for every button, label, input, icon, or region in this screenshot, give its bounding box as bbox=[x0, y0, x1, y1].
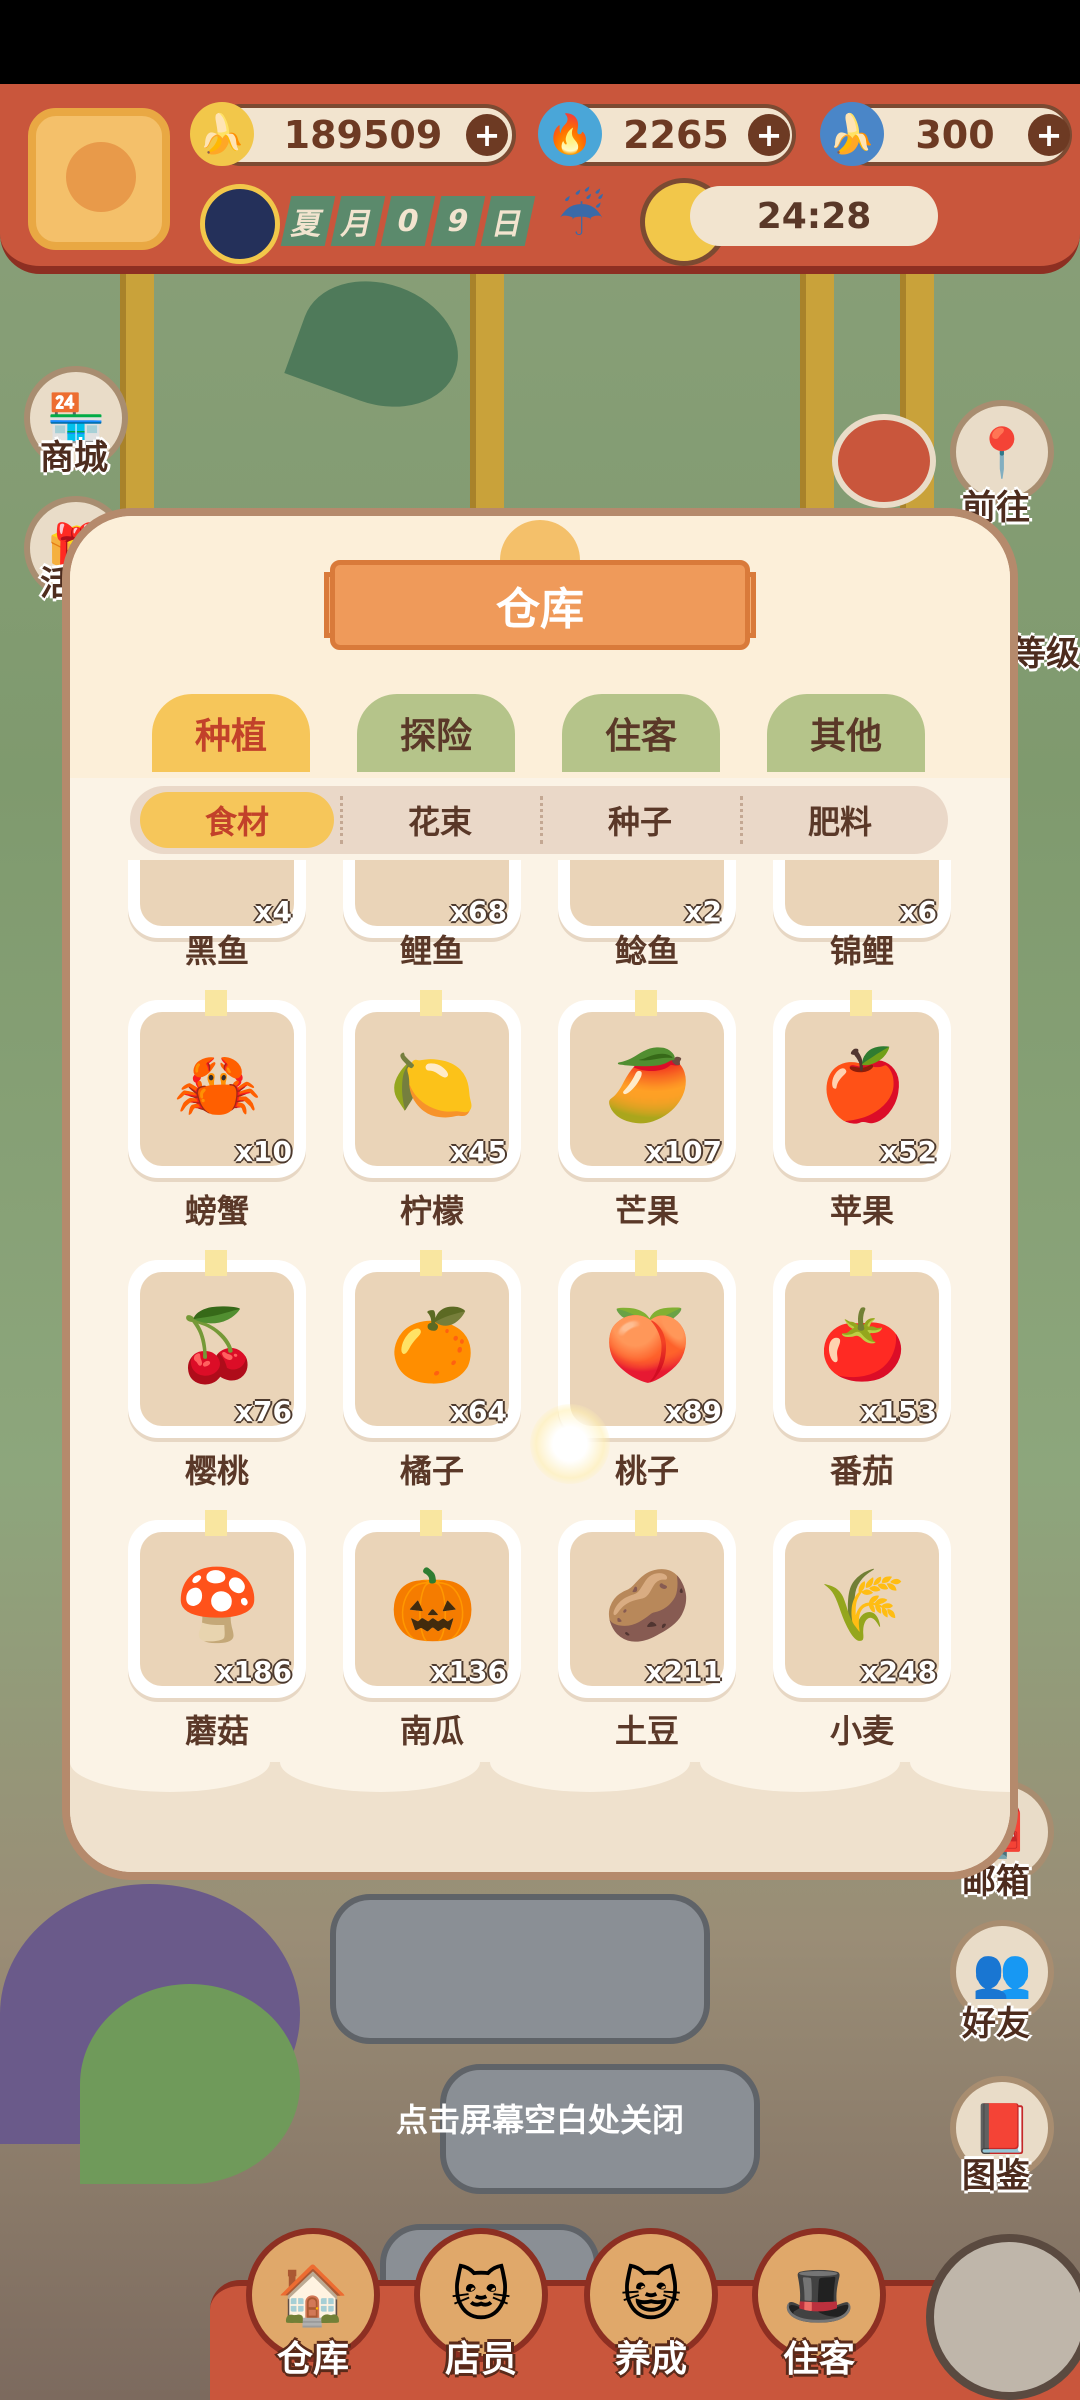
rain-weather-icon: ☔ bbox=[557, 188, 605, 248]
item-name: 鲤鱼 bbox=[399, 932, 464, 970]
tab-planting[interactable]: 种植 bbox=[152, 694, 310, 772]
tab-adventure[interactable]: 探险 bbox=[357, 694, 515, 772]
dialog-footer-wave bbox=[70, 1732, 1010, 1872]
clock-icon bbox=[200, 184, 280, 264]
item-card[interactable]: 🌾 x248 bbox=[773, 1510, 951, 1698]
mushroom-icon: 🍄 bbox=[174, 1563, 262, 1646]
item-name: 螃蟹 bbox=[184, 1192, 249, 1230]
subtab-seeds[interactable]: 种子 bbox=[540, 786, 740, 854]
leaf-decoration bbox=[80, 1984, 300, 2184]
item-name: 芒果 bbox=[614, 1192, 679, 1230]
pumpkin-icon: 🎃 bbox=[389, 1563, 477, 1646]
nurture-icon: 😺 bbox=[620, 2261, 682, 2329]
item-card[interactable]: 🎃 x136 bbox=[343, 1510, 521, 1698]
item-card[interactable]: 🍋 x45 bbox=[343, 990, 521, 1178]
item-card[interactable]: 🍒 x76 bbox=[128, 1250, 306, 1438]
item-name: 番茄 bbox=[829, 1452, 894, 1490]
yarn-ball-button[interactable] bbox=[926, 2234, 1080, 2400]
item-name: 蘑菇 bbox=[184, 1712, 249, 1750]
item-card[interactable]: 🍄 x186 bbox=[128, 1510, 306, 1698]
player-avatar[interactable] bbox=[28, 108, 170, 250]
cherry-icon: 🍒 bbox=[174, 1303, 262, 1386]
level-label: 等级 bbox=[1012, 634, 1080, 674]
item-name: 锦鲤 bbox=[829, 932, 894, 970]
item-name: 鲶鱼 bbox=[614, 932, 679, 970]
item-card[interactable]: 🦀 x10 bbox=[128, 990, 306, 1178]
item-name: 黑鱼 bbox=[184, 932, 249, 970]
add-blue-banana-button[interactable]: + bbox=[1028, 114, 1070, 156]
item-name: 南瓜 bbox=[399, 1712, 464, 1750]
dialog-title: 仓库 bbox=[330, 560, 750, 650]
leaf-decoration bbox=[284, 260, 476, 428]
crab-icon: 🦀 bbox=[174, 1043, 262, 1126]
cat-staff-icon: 🐱 bbox=[450, 2261, 512, 2329]
map-pin-icon: 📍 bbox=[972, 424, 1032, 481]
close-hint[interactable]: 点击屏幕空白处关闭 bbox=[0, 2090, 1080, 2150]
item-name: 樱桃 bbox=[184, 1452, 249, 1490]
item-name: 苹果 bbox=[829, 1192, 894, 1230]
item-card[interactable]: 🍅 x153 bbox=[773, 1250, 951, 1438]
blue-flame-icon: 🔥 bbox=[538, 102, 602, 166]
collection-label: 图鉴 bbox=[962, 2156, 1030, 2196]
wheat-icon: 🌾 bbox=[819, 1563, 907, 1646]
nav-staff-label: 店员 bbox=[444, 2339, 517, 2380]
subtab-bouquets[interactable]: 花束 bbox=[340, 786, 540, 854]
event-timer: 24:28 bbox=[690, 186, 938, 246]
nav-nurture-label: 养成 bbox=[614, 2339, 687, 2380]
peach-icon: 🍑 bbox=[604, 1303, 692, 1386]
add-banana-button[interactable]: + bbox=[466, 114, 508, 156]
apple-icon: 🍎 bbox=[819, 1043, 907, 1126]
guest-icon: 🎩 bbox=[782, 2260, 856, 2329]
truck-button[interactable] bbox=[832, 414, 936, 508]
cat-face-icon bbox=[66, 142, 136, 212]
tab-other[interactable]: 其他 bbox=[767, 694, 925, 772]
add-flame-button[interactable]: + bbox=[748, 114, 790, 156]
item-name: 柠檬 bbox=[399, 1192, 464, 1230]
mango-icon: 🥭 bbox=[604, 1043, 692, 1126]
item-name: 橘子 bbox=[399, 1452, 464, 1490]
item-card[interactable]: 🥔 x211 bbox=[558, 1510, 736, 1698]
item-card[interactable]: 🍊 x64 bbox=[343, 1250, 521, 1438]
nav-warehouse-label: 仓库 bbox=[276, 2339, 349, 2380]
warehouse-icon: 🏠 bbox=[276, 2260, 350, 2329]
friends-label: 好友 bbox=[962, 2004, 1030, 2044]
friends-icon: 👥 bbox=[972, 1944, 1032, 2001]
item-card[interactable]: 🍎 x52 bbox=[773, 990, 951, 1178]
subtab-fertilizer[interactable]: 肥料 bbox=[740, 786, 940, 854]
blue-banana-icon: 🍌 bbox=[820, 102, 884, 166]
item-name: 土豆 bbox=[614, 1712, 679, 1750]
item-name: 小麦 bbox=[829, 1712, 894, 1750]
nav-guests-label: 住客 bbox=[782, 2339, 855, 2380]
tomato-icon: 🍅 bbox=[819, 1303, 907, 1386]
shop-label: 商城 bbox=[40, 438, 108, 478]
banana-icon: 🍌 bbox=[190, 102, 254, 166]
lemon-icon: 🍋 bbox=[389, 1043, 477, 1126]
tab-guests[interactable]: 住客 bbox=[562, 694, 720, 772]
potato-icon: 🥔 bbox=[604, 1563, 692, 1646]
subtab-ingredients[interactable]: 食材 bbox=[140, 792, 334, 848]
stone-path bbox=[330, 1894, 710, 2044]
tap-sparkle-effect bbox=[530, 1404, 610, 1484]
item-card[interactable]: 🥭 x107 bbox=[558, 990, 736, 1178]
subtab-bar: 食材 花束 种子 肥料 bbox=[130, 786, 948, 854]
items-grid[interactable]: x4 黑鱼 x68 鲤鱼 x2 鲶鱼 x6 锦鲤 🦀 x10 螃蟹 🍋 x45 柠檬… bbox=[62, 860, 1018, 1760]
tangerine-icon: 🍊 bbox=[389, 1303, 477, 1386]
